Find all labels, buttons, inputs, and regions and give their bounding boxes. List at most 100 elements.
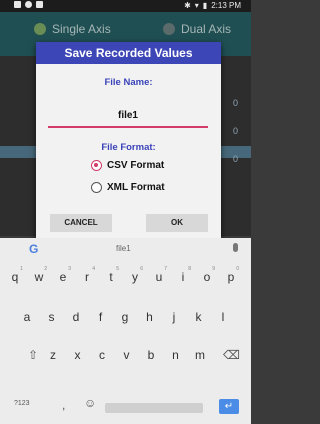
key-label: y <box>132 270 138 284</box>
image-notification-icon <box>36 1 43 8</box>
key-label: g <box>121 310 129 324</box>
key-c[interactable]: c <box>92 348 112 362</box>
suggestion-bar: G file1 <box>0 238 251 260</box>
key-label: e <box>59 270 67 284</box>
dialog-title: Save Recorded Values <box>36 42 221 64</box>
google-icon[interactable]: G <box>29 242 38 256</box>
key-label: h <box>146 310 153 324</box>
key-label: c <box>99 348 105 362</box>
xml-format-option[interactable]: XML Format <box>91 182 165 193</box>
key-label: b <box>147 348 155 362</box>
save-dialog: Save Recorded Values File Name: file1 Fi… <box>36 42 221 240</box>
key-n[interactable]: n <box>166 348 186 362</box>
key-label: a <box>23 310 31 324</box>
dual-axis-option[interactable]: Dual Axis <box>163 22 231 36</box>
xml-radio[interactable] <box>91 182 102 193</box>
app-notification-icon <box>14 1 21 8</box>
bg-row-value: 0 <box>233 126 239 136</box>
key-hint: 6 <box>140 266 143 272</box>
dual-axis-label: Dual Axis <box>181 22 232 36</box>
enter-icon[interactable]: ↵ <box>219 399 239 414</box>
file-format-label: File Format: <box>101 142 156 153</box>
key-hint: 8 <box>188 266 191 272</box>
key-hint: 5 <box>116 266 119 272</box>
key-m[interactable]: m <box>190 348 210 362</box>
key-hint: 4 <box>92 266 95 272</box>
key-u[interactable]: u7 <box>149 266 169 284</box>
csv-format-option[interactable]: CSV Format <box>91 160 164 171</box>
bg-row-value: 0 <box>233 154 239 164</box>
key-label: q <box>11 270 19 284</box>
key-b[interactable]: b <box>141 348 161 362</box>
key-y[interactable]: y6 <box>125 266 145 284</box>
key-label: x <box>74 348 81 362</box>
key-w[interactable]: w2 <box>29 266 49 284</box>
key-q[interactable]: q1 <box>5 266 25 284</box>
key-g[interactable]: g <box>115 310 135 324</box>
single-axis-radio[interactable] <box>34 23 46 35</box>
key-label: j <box>172 310 176 324</box>
key-label: z <box>50 348 56 362</box>
ok-button[interactable]: OK <box>146 214 208 232</box>
single-axis-label: Single Axis <box>52 22 111 36</box>
key-t[interactable]: t5 <box>101 266 121 284</box>
key-label: s <box>48 310 55 324</box>
mic-icon[interactable] <box>233 243 238 252</box>
key-label: i <box>181 270 185 284</box>
key-j[interactable]: j <box>164 310 184 324</box>
key-label: f <box>98 310 103 324</box>
xml-format-label: XML Format <box>107 182 165 193</box>
dual-axis-radio[interactable] <box>163 23 175 35</box>
file-name-underline <box>48 126 208 128</box>
notification-icons <box>14 1 43 8</box>
key-x[interactable]: x <box>68 348 88 362</box>
key-f[interactable]: f <box>91 310 111 324</box>
key-label: m <box>195 348 205 362</box>
key-l[interactable]: l <box>213 310 233 324</box>
key-label: w <box>34 270 44 284</box>
key-s[interactable]: s <box>42 310 62 324</box>
cancel-button[interactable]: CANCEL <box>50 214 112 232</box>
key-v[interactable]: v <box>117 348 137 362</box>
key-d[interactable]: d <box>66 310 86 324</box>
key-o[interactable]: o9 <box>197 266 217 284</box>
status-time: 2:13 PM <box>211 1 241 10</box>
key-z[interactable]: z <box>43 348 63 362</box>
emoji-icon[interactable]: ☺ <box>84 396 96 410</box>
key-label: d <box>72 310 80 324</box>
bluetooth-icon: ✱ <box>184 1 191 10</box>
key-hint: 2 <box>44 266 47 272</box>
key-i[interactable]: i8 <box>173 266 193 284</box>
csv-format-label: CSV Format <box>107 160 165 171</box>
csv-radio[interactable] <box>91 160 102 171</box>
key-label: t <box>109 270 113 284</box>
key-p[interactable]: p0 <box>221 266 241 284</box>
key-label: k <box>195 310 202 324</box>
space-bar[interactable] <box>105 403 203 413</box>
file-name-input[interactable]: file1 <box>48 110 208 121</box>
bg-row-value: 0 <box>233 98 239 108</box>
soft-keyboard: G file1 q1w2e3r4t5y6u7i8o9p0 asdfghjkl z… <box>0 238 251 424</box>
wifi-icon: ▾ <box>194 1 199 10</box>
key-label: v <box>123 348 130 362</box>
file-name-label: File Name: <box>104 77 153 88</box>
single-axis-option[interactable]: Single Axis <box>34 22 111 36</box>
status-bar: ✱ ▾ ▮ 2:13 PM <box>0 0 251 12</box>
battery-icon: ▮ <box>202 1 208 10</box>
backspace-icon[interactable]: ⌫ <box>223 348 240 362</box>
symbols-key[interactable]: ?123 <box>14 400 30 407</box>
key-hint: 0 <box>236 266 239 272</box>
key-h[interactable]: h <box>140 310 160 324</box>
key-label: o <box>203 270 211 284</box>
suggestion-word[interactable]: file1 <box>116 244 131 253</box>
key-label: l <box>221 310 225 324</box>
key-r[interactable]: r4 <box>77 266 97 284</box>
comma-key[interactable]: , <box>62 398 65 412</box>
key-hint: 3 <box>68 266 71 272</box>
key-a[interactable]: a <box>17 310 37 324</box>
key-label: n <box>172 348 179 362</box>
shift-icon[interactable]: ⇧ <box>28 348 38 362</box>
key-k[interactable]: k <box>189 310 209 324</box>
key-e[interactable]: e3 <box>53 266 73 284</box>
key-hint: 1 <box>20 266 23 272</box>
